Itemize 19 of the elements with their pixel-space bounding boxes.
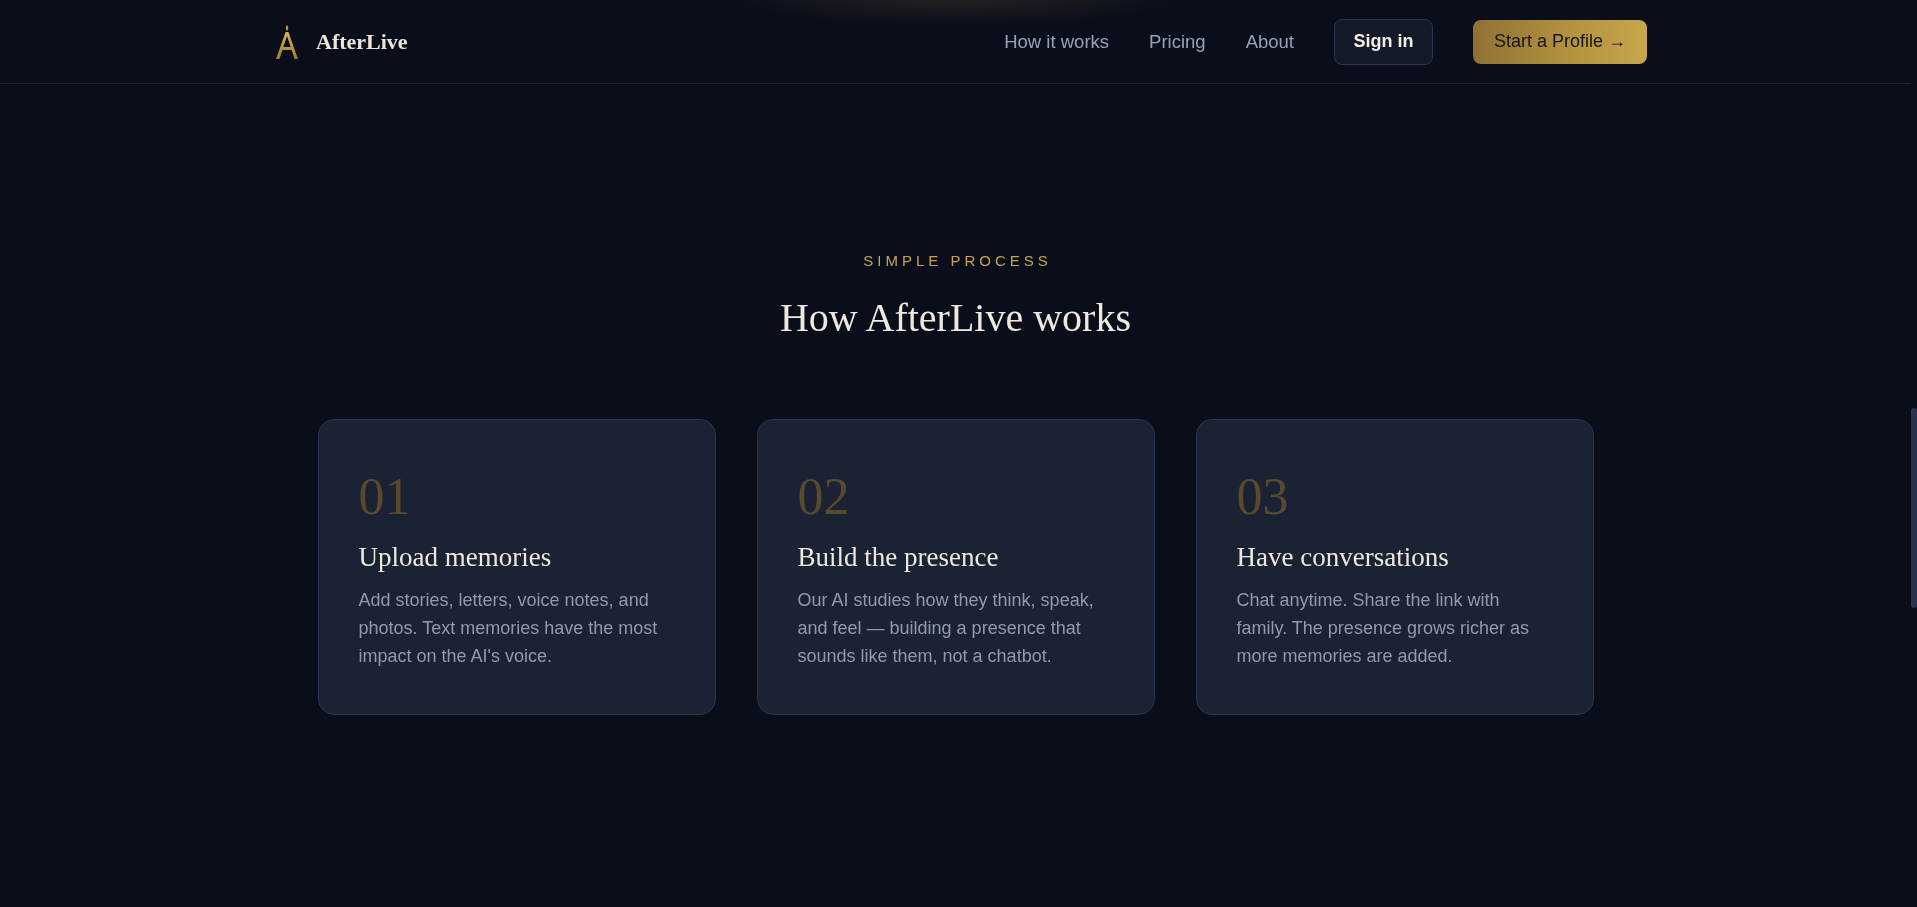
step-title: Build the presence: [797, 541, 1000, 574]
step-description: Our AI studies how they think, speak, and feel — building a presence that sounds like them, not a chatbot.: [797, 589, 1095, 668]
section-heading: How AfterLive works: [779, 294, 1131, 342]
step-number: 02: [797, 467, 851, 527]
step-title: Upload memories: [358, 541, 553, 574]
scrollbar-thumb[interactable]: [1911, 408, 1917, 608]
step-description: Add stories, letters, voice notes, and photos. Text memories have the most impact on the AI's voice.: [358, 589, 659, 668]
step-title: Have conversations: [1236, 541, 1450, 574]
step-description: Chat anytime. Share the link with family. The presence grows richer as more memories are added.: [1236, 589, 1530, 668]
sign-in-button[interactable]: Sign in: [1334, 18, 1433, 65]
logo-icon[interactable]: [276, 24, 298, 59]
nav-link[interactable]: How it works: [1004, 30, 1110, 53]
step-number: 01: [358, 467, 412, 527]
nav-link[interactable]: About: [1245, 30, 1294, 53]
brand-name[interactable]: AfterLive: [316, 28, 408, 55]
step-number: 03: [1236, 467, 1290, 527]
nav-link[interactable]: Pricing: [1149, 30, 1206, 53]
section-eyebrow: SIMPLE PROCESS: [863, 252, 1052, 270]
start-profile-button[interactable]: Start a Profile →: [1473, 19, 1647, 64]
